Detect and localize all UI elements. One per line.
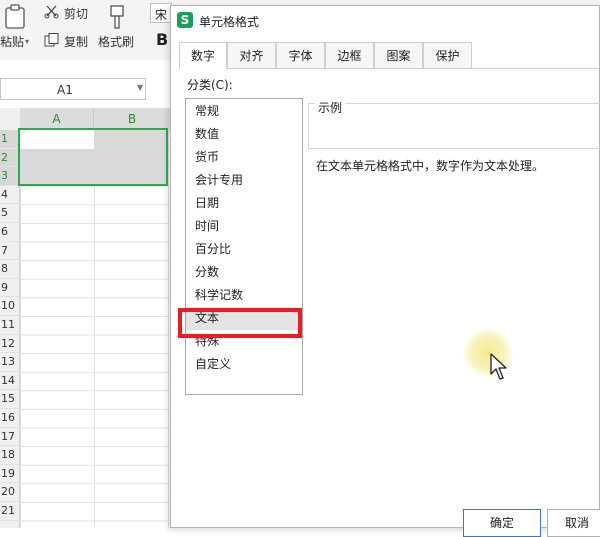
- font-name-select[interactable]: 宋: [150, 3, 172, 23]
- paste-icon[interactable]: [3, 4, 27, 30]
- dialog-titlebar[interactable]: S 单元格格式: [171, 6, 599, 36]
- category-label: 分类(C):: [187, 78, 233, 92]
- row-header-5[interactable]: 5: [0, 204, 19, 223]
- row-header-17[interactable]: 17: [0, 428, 19, 447]
- cut-icon[interactable]: [44, 5, 60, 19]
- row-header-11[interactable]: 11: [0, 316, 19, 335]
- name-box-value: A1: [57, 83, 73, 97]
- tab-divider: [179, 68, 599, 69]
- column-header-a[interactable]: A: [20, 108, 94, 130]
- format-cells-dialog: S 单元格格式 数字 对齐 字体 边框 图案 保护 分类(C): 常规 数值 货…: [170, 5, 600, 537]
- list-item-date[interactable]: 日期: [186, 192, 302, 215]
- selection-border: [18, 128, 168, 186]
- list-item-general[interactable]: 常规: [186, 100, 302, 123]
- bold-button[interactable]: B: [156, 30, 168, 49]
- tab-border[interactable]: 边框: [325, 42, 374, 68]
- column-header-b[interactable]: B: [94, 108, 170, 130]
- tab-protection[interactable]: 保护: [423, 42, 472, 68]
- ok-button[interactable]: 确定: [463, 509, 541, 537]
- row-header-19[interactable]: 19: [0, 465, 19, 484]
- category-description: 在文本单元格格式中，数字作为文本处理。: [316, 159, 545, 173]
- chevron-down-icon[interactable]: ▼: [137, 83, 143, 92]
- row-header-7[interactable]: 7: [0, 242, 19, 261]
- row-header-16[interactable]: 16: [0, 409, 19, 428]
- copy-icon[interactable]: [44, 33, 60, 47]
- copy-button[interactable]: 复制: [64, 33, 88, 50]
- list-item-accounting[interactable]: 会计专用: [186, 169, 302, 192]
- row-header-6[interactable]: 6: [0, 223, 19, 242]
- name-box[interactable]: A1 ▼: [0, 78, 146, 100]
- row-header-20[interactable]: 20: [0, 483, 19, 502]
- format-painter-icon[interactable]: [106, 4, 128, 30]
- row-header-21[interactable]: 21: [0, 502, 19, 521]
- list-item-currency[interactable]: 货币: [186, 146, 302, 169]
- row-header-9[interactable]: 9: [0, 279, 19, 298]
- sample-label: 示例: [315, 99, 346, 116]
- column-header-bar: A B: [0, 108, 170, 130]
- select-all-corner[interactable]: [0, 108, 20, 130]
- tab-number[interactable]: 数字: [179, 42, 227, 69]
- tab-pattern[interactable]: 图案: [374, 42, 423, 68]
- row-header-4[interactable]: 4: [0, 186, 19, 205]
- row-header-13[interactable]: 13: [0, 353, 19, 372]
- cell-grid[interactable]: [20, 130, 170, 528]
- row-header-14[interactable]: 14: [0, 372, 19, 391]
- cut-button[interactable]: 剪切: [64, 5, 88, 22]
- cancel-button[interactable]: 取消: [547, 509, 600, 537]
- sample-group: [308, 103, 600, 149]
- row-header-1[interactable]: 1: [0, 130, 19, 149]
- mouse-cursor-icon: [490, 353, 507, 380]
- font-name-value: 宋: [155, 8, 168, 22]
- list-item-custom[interactable]: 自定义: [186, 353, 302, 376]
- dialog-title: 单元格格式: [199, 15, 260, 29]
- row-header-12[interactable]: 12: [0, 335, 19, 354]
- paste-button[interactable]: 粘贴: [0, 33, 24, 50]
- row-header-bar: 1 2 3 4 5 6 7 8 9 10 11 12 13 14 15 16 17 18 19 20 21: [0, 130, 20, 528]
- row-header-2[interactable]: 2: [0, 148, 19, 168]
- row-header-3[interactable]: 3: [0, 167, 19, 186]
- list-item-number[interactable]: 数值: [186, 123, 302, 146]
- tab-font[interactable]: 字体: [276, 42, 325, 68]
- list-item-time[interactable]: 时间: [186, 215, 302, 238]
- row-header-15[interactable]: 15: [0, 390, 19, 409]
- list-item-percentage[interactable]: 百分比: [186, 238, 302, 261]
- row-header-10[interactable]: 10: [0, 297, 19, 316]
- paste-dropdown-icon[interactable]: ▾: [25, 37, 29, 46]
- tab-alignment[interactable]: 对齐: [227, 42, 276, 68]
- app-logo-icon: S: [177, 12, 193, 28]
- red-highlight-box: [178, 308, 302, 338]
- row-header-18[interactable]: 18: [0, 446, 19, 465]
- row-header-8[interactable]: 8: [0, 260, 19, 279]
- list-item-fraction[interactable]: 分数: [186, 261, 302, 284]
- category-list[interactable]: 常规 数值 货币 会计专用 日期 时间 百分比 分数 科学记数 文本 特殊 自定…: [185, 98, 303, 395]
- list-item-scientific[interactable]: 科学记数: [186, 284, 302, 307]
- format-painter-button[interactable]: 格式刷: [98, 33, 134, 50]
